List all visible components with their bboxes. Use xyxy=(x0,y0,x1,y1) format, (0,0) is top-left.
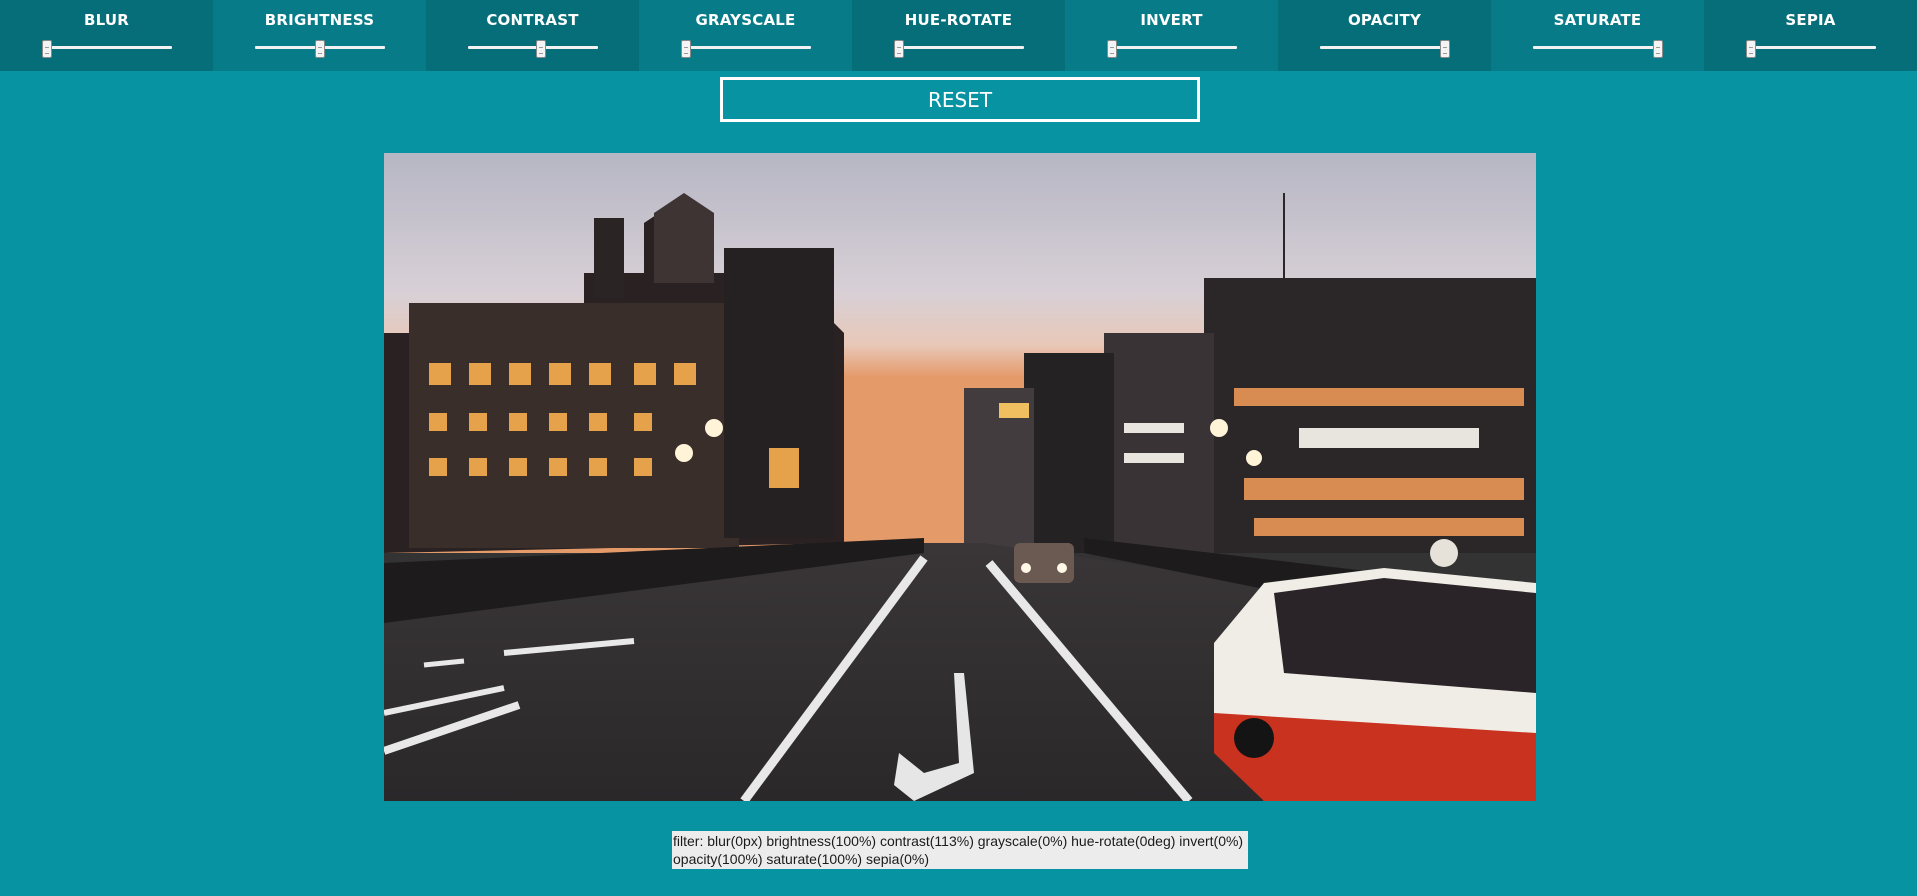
filter-controls-bar: BLUR BRIGHTNESS CONTRAST GRAYSCALE HUE-R… xyxy=(0,0,1917,71)
slider-track xyxy=(1319,46,1450,49)
slider-opacity[interactable] xyxy=(1319,40,1450,58)
slider-thumb[interactable] xyxy=(1106,40,1117,58)
slider-track xyxy=(467,46,598,49)
slider-track xyxy=(893,46,1024,49)
control-invert: INVERT xyxy=(1065,0,1278,71)
slider-track xyxy=(1745,46,1876,49)
filtered-photo xyxy=(384,153,1536,801)
control-blur: BLUR xyxy=(0,0,213,71)
slider-thumb[interactable] xyxy=(1652,40,1663,58)
slider-invert[interactable] xyxy=(1106,40,1237,58)
control-label-opacity: OPACITY xyxy=(1347,11,1422,29)
slider-thumb[interactable] xyxy=(535,40,546,58)
slider-thumb[interactable] xyxy=(41,40,52,58)
control-label-brightness: BRIGHTNESS xyxy=(264,11,375,29)
control-label-blur: BLUR xyxy=(84,11,129,29)
reset-button[interactable]: RESET xyxy=(720,77,1200,122)
control-label-contrast: CONTRAST xyxy=(486,11,579,29)
control-contrast: CONTRAST xyxy=(426,0,639,71)
street-scene-image xyxy=(384,153,1536,801)
control-opacity: OPACITY xyxy=(1278,0,1491,71)
slider-saturate[interactable] xyxy=(1532,40,1663,58)
filter-css-output: filter: blur(0px) brightness(100%) contr… xyxy=(672,831,1248,869)
control-label-invert: INVERT xyxy=(1140,11,1203,29)
slider-blur[interactable] xyxy=(41,40,172,58)
slider-contrast[interactable] xyxy=(467,40,598,58)
slider-thumb[interactable] xyxy=(680,40,691,58)
control-grayscale: GRAYSCALE xyxy=(639,0,852,71)
slider-thumb[interactable] xyxy=(1745,40,1756,58)
slider-hue-rotate[interactable] xyxy=(893,40,1024,58)
slider-thumb[interactable] xyxy=(1439,40,1450,58)
control-label-hue-rotate: HUE-ROTATE xyxy=(904,11,1013,29)
slider-sepia[interactable] xyxy=(1745,40,1876,58)
slider-brightness[interactable] xyxy=(254,40,385,58)
control-label-sepia: SEPIA xyxy=(1785,11,1836,29)
control-label-saturate: SATURATE xyxy=(1553,11,1642,29)
slider-grayscale[interactable] xyxy=(680,40,811,58)
control-label-grayscale: GRAYSCALE xyxy=(695,11,796,29)
slider-thumb[interactable] xyxy=(314,40,325,58)
slider-thumb[interactable] xyxy=(893,40,904,58)
slider-track xyxy=(1106,46,1237,49)
control-sepia: SEPIA xyxy=(1704,0,1917,71)
control-brightness: BRIGHTNESS xyxy=(213,0,426,71)
slider-track xyxy=(1532,46,1663,49)
slider-track xyxy=(680,46,811,49)
slider-track xyxy=(41,46,172,49)
control-hue-rotate: HUE-ROTATE xyxy=(852,0,1065,71)
control-saturate: SATURATE xyxy=(1491,0,1704,71)
